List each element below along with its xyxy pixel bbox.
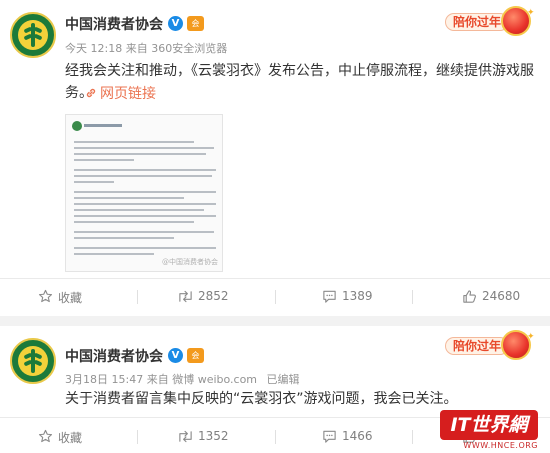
action-separator — [275, 290, 276, 304]
post-card-1: 中国消费者协会 V 会 陪你过年 ✦ 今天 12:18 来自 360安全浏览器 … — [0, 0, 550, 316]
action-separator — [275, 430, 276, 444]
post-source: 来自 360安全浏览器 — [125, 42, 228, 55]
announcement-image[interactable]: @中国消费者协会 — [65, 114, 223, 272]
favorite-label: 收藏 — [58, 431, 83, 445]
repost-icon — [179, 290, 192, 303]
action-divider — [0, 278, 550, 279]
promo-label: 陪你过年 — [445, 13, 509, 31]
new-year-promo-badge[interactable]: 陪你过年 ✦ — [445, 330, 537, 360]
repost-count: 1352 — [198, 429, 229, 443]
site-watermark: IT世界網 WWW.HNCE.ORG — [440, 410, 538, 450]
web-link[interactable]: 网页链接 — [100, 83, 156, 103]
edited-label[interactable]: 已编辑 — [267, 373, 300, 386]
verified-icon: V — [168, 348, 183, 363]
repost-icon — [179, 430, 192, 443]
favorite-label: 收藏 — [58, 291, 83, 305]
like-count: 24680 — [482, 289, 521, 303]
link-icon — [86, 88, 96, 98]
sparkle-icon: ✦ — [527, 8, 535, 18]
like-icon — [463, 290, 476, 303]
author-name[interactable]: 中国消费者协会 — [65, 14, 163, 34]
action-separator — [137, 290, 138, 304]
new-year-promo-badge[interactable]: 陪你过年 ✦ — [445, 6, 537, 36]
post-time[interactable]: 3月18日 15:47 — [65, 373, 143, 386]
watermark-brand: IT世界網 — [440, 410, 538, 440]
document-logo — [72, 121, 82, 131]
favorite-icon — [38, 289, 53, 303]
action-separator — [412, 430, 413, 444]
avatar[interactable] — [10, 338, 56, 384]
verified-icon: V — [168, 16, 183, 31]
comment-icon — [323, 290, 336, 303]
post-text: 关于消费者留言集中反映的“云裳羽衣”游戏问题，我会已关注。 — [65, 391, 458, 407]
comment-count: 1466 — [342, 429, 373, 443]
action-separator — [137, 430, 138, 444]
favorite-icon — [38, 429, 53, 443]
action-separator — [412, 290, 413, 304]
post-source: 来自 微博 weibo.com — [146, 373, 258, 386]
image-watermark: @中国消费者协会 — [162, 258, 218, 266]
repost-count: 2852 — [198, 289, 229, 303]
avatar[interactable] — [10, 12, 56, 58]
post-time[interactable]: 今天 12:18 — [65, 42, 122, 55]
member-level-badge[interactable]: 会 — [187, 16, 204, 31]
watermark-url: WWW.HNCE.ORG — [463, 441, 538, 450]
promo-label: 陪你过年 — [445, 337, 509, 355]
post-meta: 3月18日 15:47 来自 微博 weibo.com 已编辑 — [65, 371, 300, 387]
comment-count: 1389 — [342, 289, 373, 303]
member-level-badge[interactable]: 会 — [187, 348, 204, 363]
post-meta: 今天 12:18 来自 360安全浏览器 — [65, 40, 227, 56]
sparkle-icon: ✦ — [527, 332, 535, 342]
comment-icon — [323, 430, 336, 443]
author-name[interactable]: 中国消费者协会 — [65, 346, 163, 366]
